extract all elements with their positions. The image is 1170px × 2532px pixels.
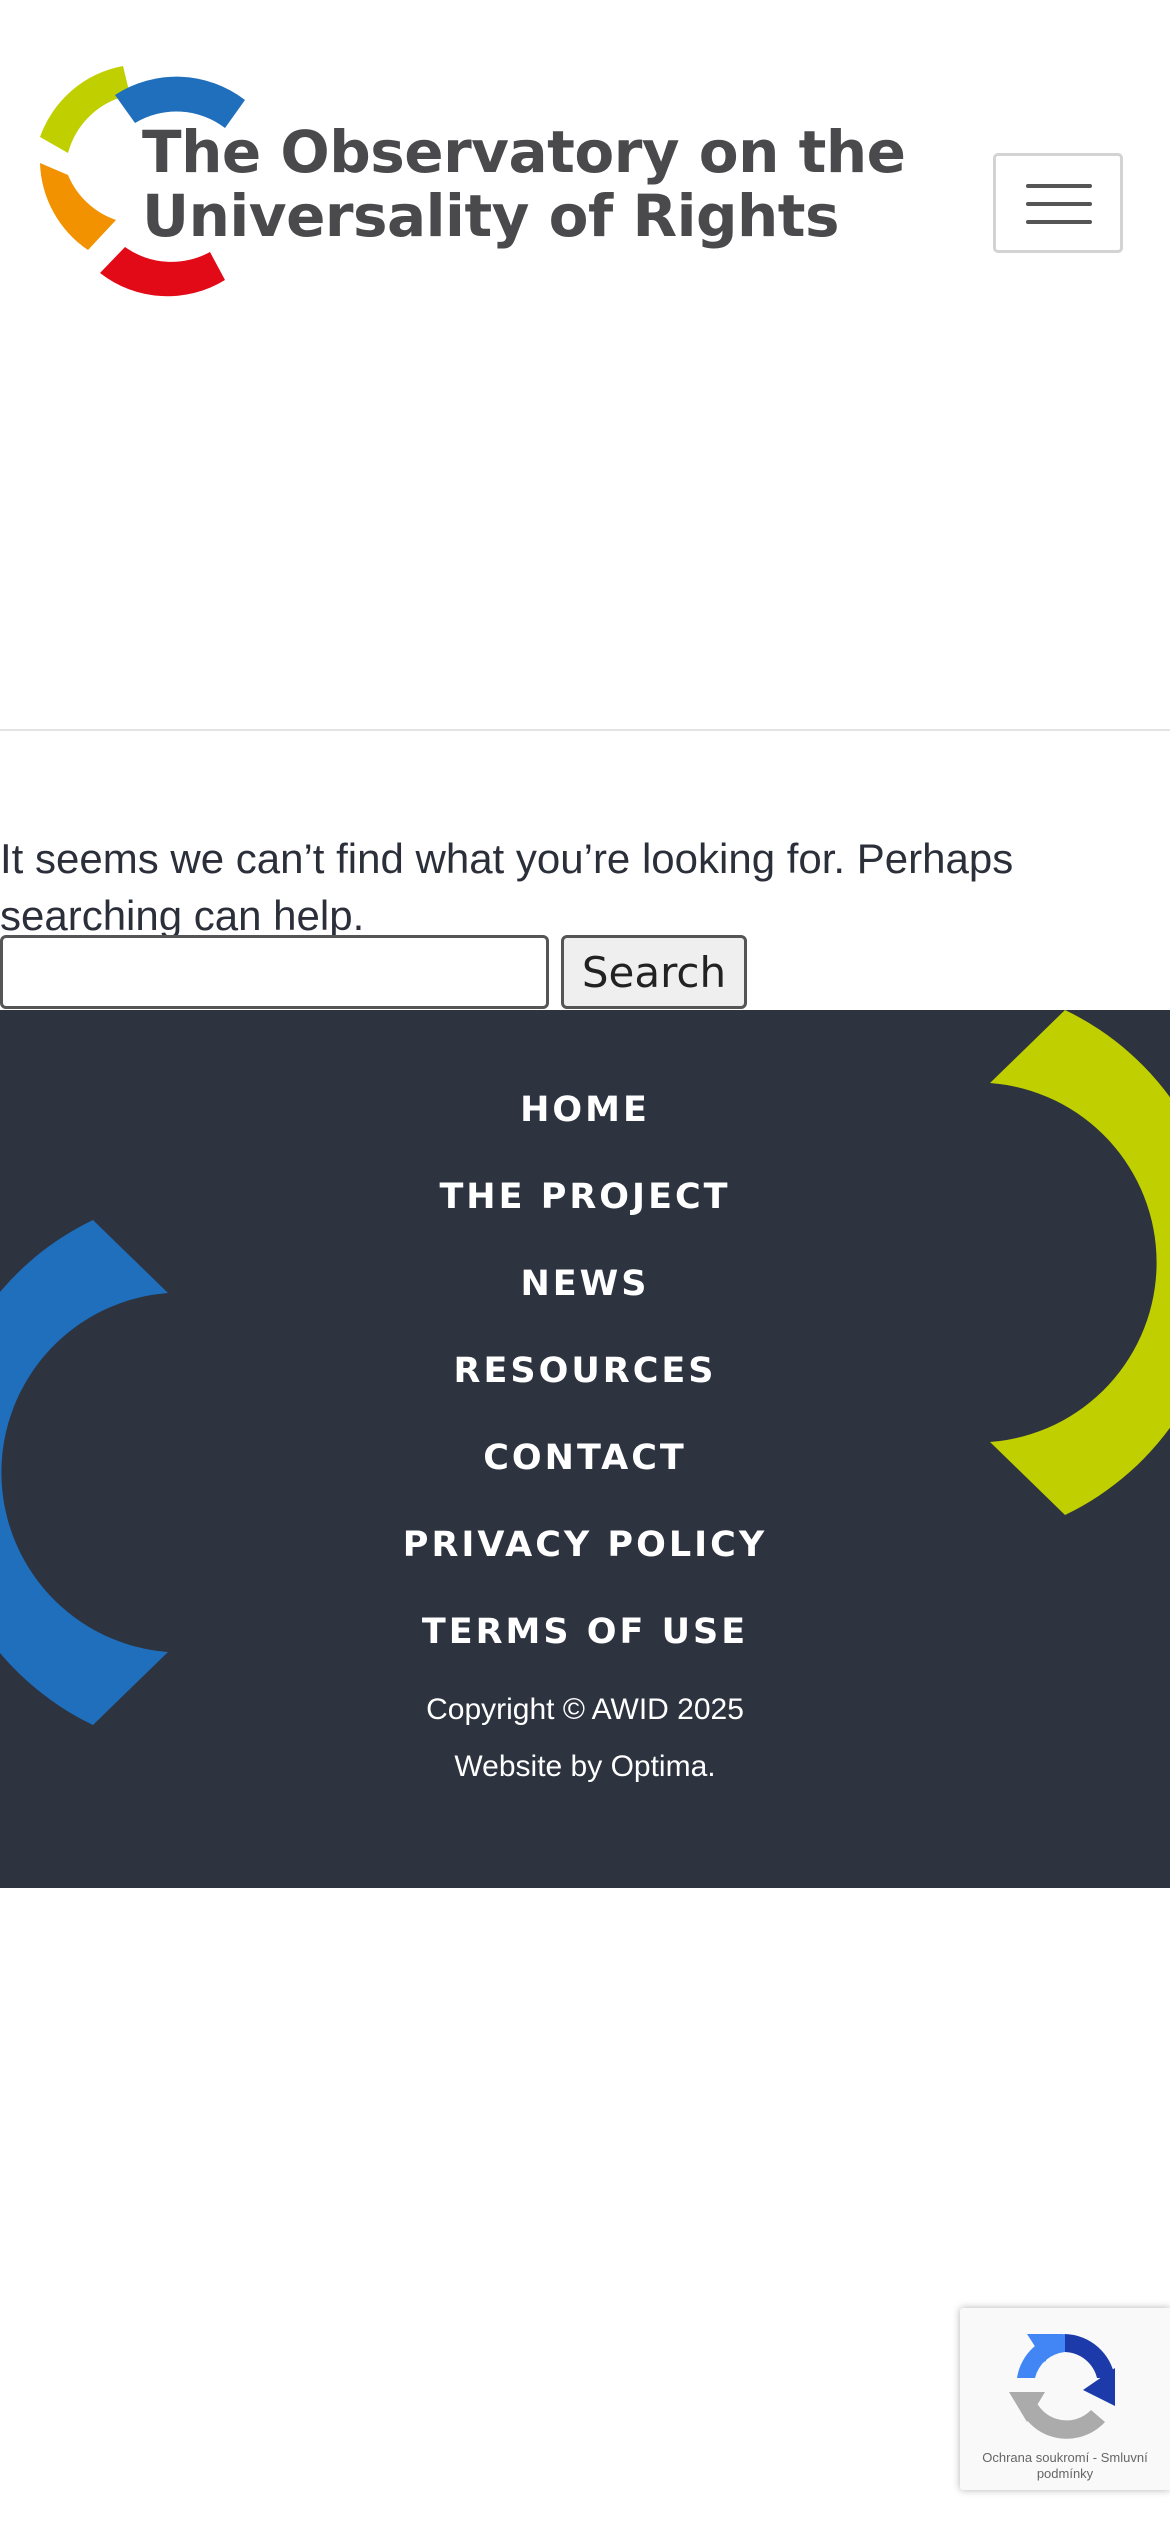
site-logo[interactable]: The Observatory on the Universality of R… — [40, 55, 906, 315]
recaptcha-badge[interactable]: Ochrana soukromí - Smluvní podmínky — [960, 2308, 1170, 2490]
website-credit[interactable]: Website by Optima. — [0, 1747, 1170, 1787]
logo-line-2: Universality of Rights — [142, 182, 840, 250]
footer-link-contact[interactable]: CONTACT — [0, 1418, 1170, 1505]
not-found-message: It seems we can’t find what you’re looki… — [0, 835, 1014, 939]
hamburger-menu-icon — [1026, 184, 1092, 224]
search-button[interactable]: Search — [561, 935, 747, 1009]
footer-link-privacy-policy[interactable]: PRIVACY POLICY — [0, 1505, 1170, 1592]
site-header: The Observatory on the Universality of R… — [0, 0, 1170, 731]
menu-toggle-button[interactable] — [993, 153, 1123, 253]
recaptcha-logo-icon — [1009, 2334, 1115, 2439]
footer-link-news[interactable]: NEWS — [0, 1244, 1170, 1331]
recaptcha-links[interactable]: Ochrana soukromí - Smluvní podmínky — [960, 2450, 1170, 2482]
footer-link-the-project[interactable]: THE PROJECT — [0, 1157, 1170, 1244]
footer-nav: HOME THE PROJECT NEWS RESOURCES CONTACT … — [0, 1070, 1170, 1679]
footer-link-terms-of-use[interactable]: TERMS OF USE — [0, 1592, 1170, 1679]
logo-wordmark: The Observatory on the Universality of R… — [142, 118, 906, 250]
header-divider — [0, 729, 1170, 731]
search-input[interactable] — [0, 935, 549, 1009]
footer-link-home[interactable]: HOME — [0, 1070, 1170, 1157]
site-footer: HOME THE PROJECT NEWS RESOURCES CONTACT … — [0, 1010, 1170, 1888]
copyright-text: Copyright © AWID 2025 — [426, 1693, 744, 1726]
footer-link-resources[interactable]: RESOURCES — [0, 1331, 1170, 1418]
logo-line-1: The Observatory on the — [142, 118, 906, 186]
